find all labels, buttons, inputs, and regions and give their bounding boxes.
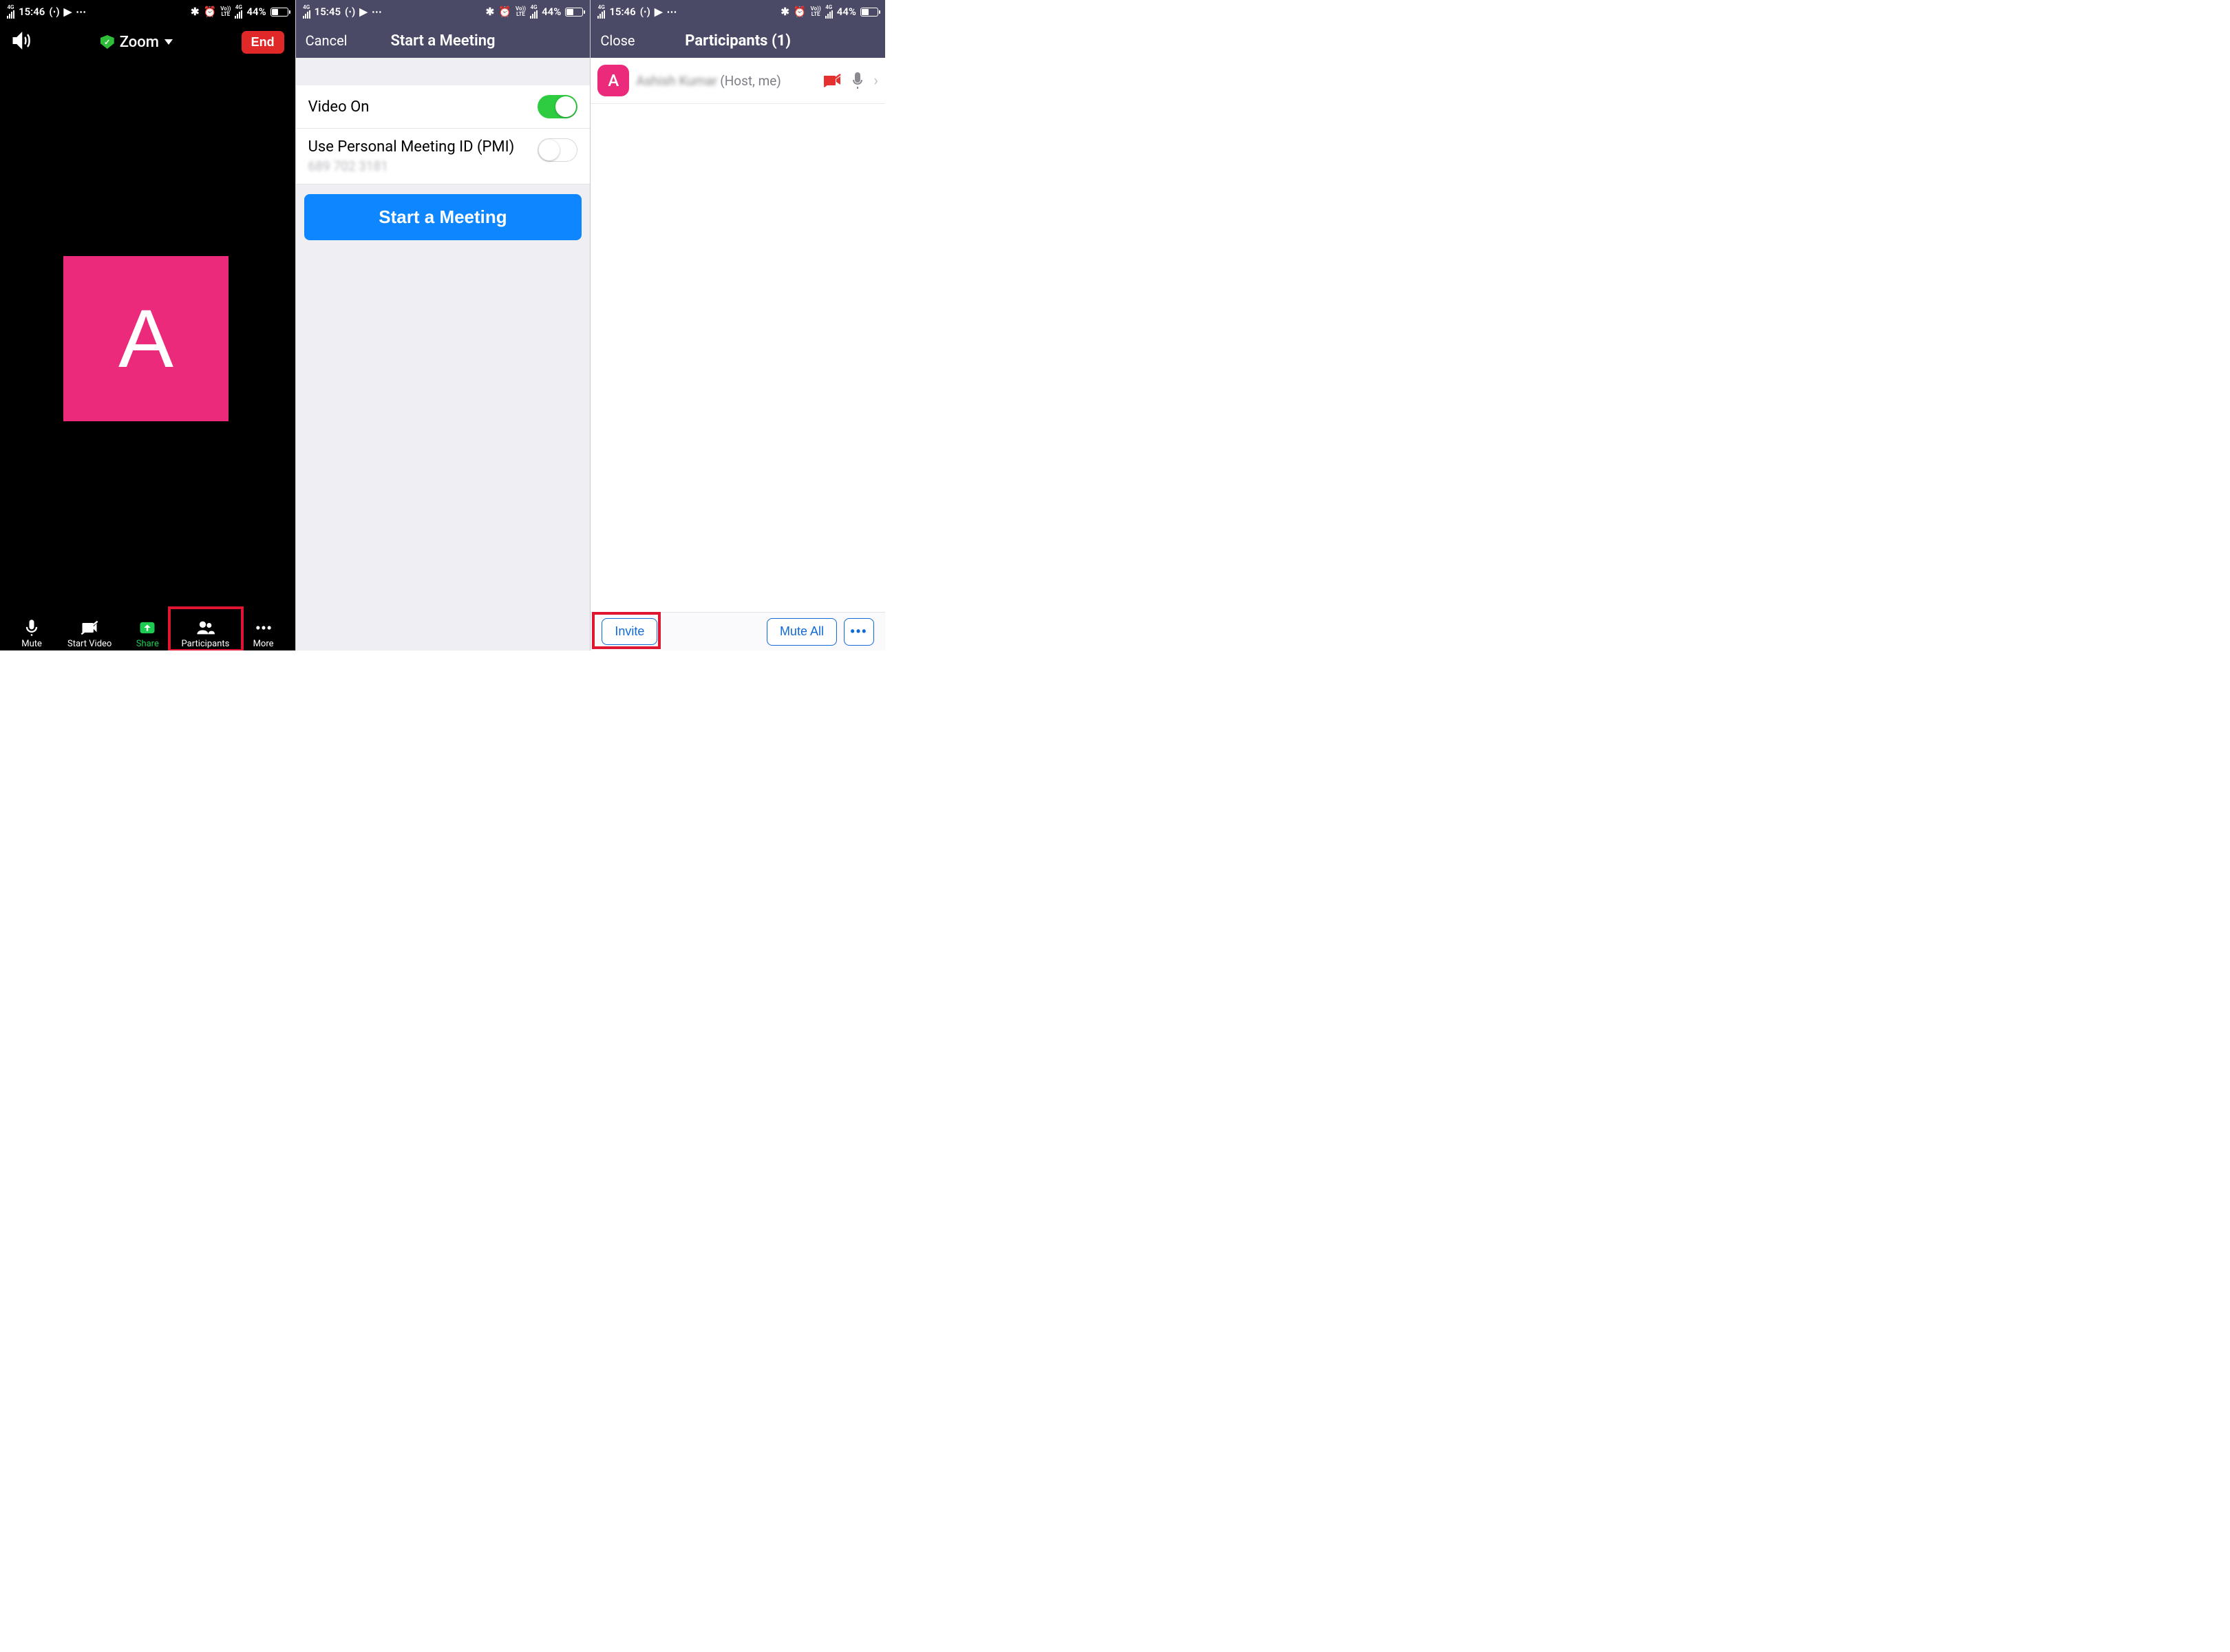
network-4g-icon: 4G [7,5,14,19]
invite-button[interactable]: Invite [602,618,657,645]
battery-text: 44% [837,6,856,18]
network2-icon: 4G [825,5,833,19]
hotspot-icon: (⋅) [49,6,59,18]
speaker-icon[interactable] [11,30,32,54]
youtube-icon: ▶ [64,6,72,18]
participants-icon [195,618,215,637]
volte-icon: Vo))LTE [220,6,231,17]
navbar: Cancel Start a Meeting [296,23,591,58]
bluetooth-icon: ✱ [486,6,495,18]
microphone-icon [851,72,864,89]
meeting-toolbar: Mute Start Video Share Participants More [0,613,295,650]
more-icon: ⋯ [372,6,383,18]
participants-button[interactable]: Participants [179,618,231,649]
navbar: Close Participants (1) [591,23,885,58]
share-button[interactable]: Share [121,618,173,649]
pmi-label: Use Personal Meeting ID (PMI) [308,138,515,156]
battery-text: 44% [542,6,561,18]
spacer [296,58,591,85]
alarm-icon: ⏰ [498,6,511,18]
status-time: 15:46 [19,6,45,18]
network-4g-icon: 4G [597,5,605,19]
network2-icon: 4G [235,5,242,19]
participant-avatar-large: A [63,256,229,421]
navbar-title: Start a Meeting [390,32,495,50]
battery-icon [270,8,288,17]
navbar-title: Participants (1) [685,32,791,50]
video-on-label: Video On [308,98,370,116]
network2-icon: 4G [530,5,538,19]
volte-icon: Vo))LTE [516,6,526,17]
status-bar: 4G 15:46 (⋅) ▶ ⋯ ✱ ⏰ Vo))LTE 4G 44% [0,0,295,23]
close-button[interactable]: Close [600,32,635,49]
video-off-icon [80,618,99,637]
youtube-icon: ▶ [359,6,368,18]
status-time: 15:45 [315,6,341,18]
more-button[interactable]: More [237,618,290,649]
battery-text: 44% [246,6,266,18]
video-on-toggle[interactable] [538,95,577,118]
start-video-button[interactable]: Start Video [63,618,116,649]
alarm-icon: ⏰ [794,6,807,18]
status-bar: 4G 15:46 (⋅) ▶ ⋯ ✱ ⏰ Vo))LTE 4G 44% [591,0,885,23]
shield-icon [100,35,114,49]
status-bar: 4G 15:45 (⋅) ▶ ⋯ ✱ ⏰ Vo))LTE 4G 44% [296,0,591,23]
youtube-icon: ▶ [655,6,663,18]
pmi-value: 689 702 3181 [308,158,515,174]
bluetooth-icon: ✱ [191,6,200,18]
meeting-title-button[interactable]: Zoom [100,34,173,51]
end-button[interactable]: End [242,31,284,54]
alarm-icon: ⏰ [204,6,217,18]
mute-all-button[interactable]: Mute All [767,618,837,646]
phone-meeting-screen: 4G 15:46 (⋅) ▶ ⋯ ✱ ⏰ Vo))LTE 4G 44% Zoom… [0,0,295,650]
chevron-down-icon [164,39,173,45]
phone-participants-screen: 4G 15:46 (⋅) ▶ ⋯ ✱ ⏰ Vo))LTE 4G 44% Clos… [590,0,885,650]
meeting-title-text: Zoom [120,34,159,51]
more-icon: ⋯ [666,6,678,18]
start-meeting-button[interactable]: Start a Meeting [304,194,582,240]
pmi-row: Use Personal Meeting ID (PMI) 689 702 31… [296,129,591,184]
more-icon: ⋯ [76,6,87,18]
battery-icon [860,8,878,17]
phone-start-meeting-screen: 4G 15:45 (⋅) ▶ ⋯ ✱ ⏰ Vo))LTE 4G 44% Canc… [295,0,591,650]
participant-name: Ashish Kumar (Host, me) [636,73,781,89]
volte-icon: Vo))LTE [811,6,821,17]
more-options-button[interactable]: ••• [844,618,874,646]
hotspot-icon: (⋅) [345,6,355,18]
cancel-button[interactable]: Cancel [306,32,348,49]
microphone-icon [22,618,41,637]
battery-icon [565,8,583,17]
video-off-icon [824,74,842,87]
meeting-header: Zoom End [0,23,295,63]
bluetooth-icon: ✱ [780,6,789,18]
participant-row[interactable]: A Ashish Kumar (Host, me) › [591,58,885,104]
hotspot-icon: (⋅) [640,6,650,18]
more-horizontal-icon [254,618,273,637]
pmi-toggle[interactable] [538,138,577,162]
avatar-letter: A [118,291,173,386]
network-4g-icon: 4G [303,5,310,19]
video-on-row: Video On [296,85,591,129]
participants-footer: Invite Mute All ••• [591,612,885,650]
avatar: A [597,65,629,96]
share-icon [138,618,157,637]
status-time: 15:46 [609,6,635,18]
mute-button[interactable]: Mute [6,618,58,649]
chevron-right-icon: › [873,72,878,89]
